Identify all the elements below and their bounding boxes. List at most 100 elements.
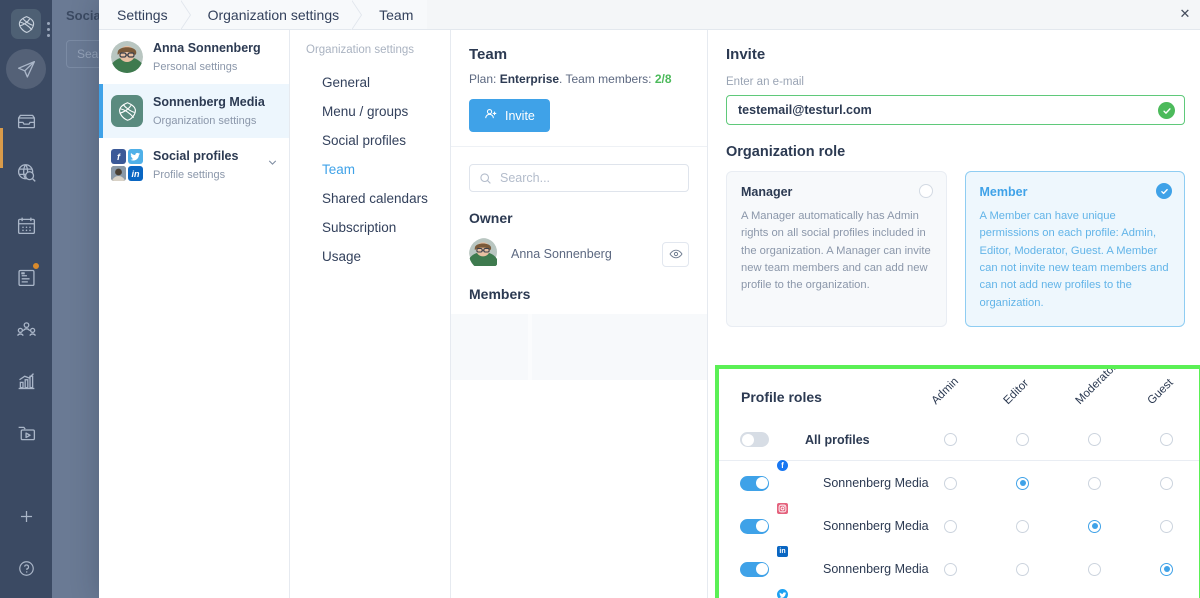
linkedin-icon: in bbox=[128, 166, 143, 181]
user-avatar bbox=[111, 41, 143, 73]
nav-section-title: Organization settings bbox=[306, 44, 450, 56]
chevron-down-icon[interactable] bbox=[266, 156, 279, 174]
background-search-placeholder: Sea bbox=[77, 47, 98, 61]
search-input[interactable] bbox=[500, 171, 688, 185]
rail-item-monitoring[interactable] bbox=[4, 151, 48, 195]
nav-item-team[interactable]: Team bbox=[306, 155, 450, 184]
radio-all-profiles-editor[interactable] bbox=[1016, 433, 1029, 446]
radio-linkedin-editor[interactable] bbox=[1016, 563, 1029, 576]
role-card-description: A Manager automatically has Admin rights… bbox=[741, 208, 932, 295]
rail-item-inbox[interactable] bbox=[4, 99, 48, 143]
nav-item-general[interactable]: General bbox=[306, 68, 450, 97]
eye-icon[interactable] bbox=[662, 242, 689, 267]
radio-instagram-guest[interactable] bbox=[1160, 520, 1173, 533]
invite-button-label: Invite bbox=[505, 109, 535, 123]
plan-status-text: Plan: Enterprise. Team members: 2/8 bbox=[469, 72, 689, 86]
row-label: Sonnenberg Media bbox=[823, 476, 929, 490]
breadcrumb-label: Team bbox=[379, 7, 413, 23]
organization-role-heading: Organization role bbox=[726, 144, 1185, 160]
left-nav-rail bbox=[0, 0, 52, 598]
members-count-badge: 2/8 bbox=[655, 72, 672, 86]
breadcrumb: Settings Organization settings Team ✕ bbox=[99, 0, 1200, 30]
org-logo-icon bbox=[111, 95, 143, 127]
radio-facebook-admin[interactable] bbox=[944, 477, 957, 490]
twitter-icon bbox=[128, 149, 143, 164]
role-card-manager[interactable]: Manager A Manager automatically has Admi… bbox=[726, 171, 947, 327]
nav-item-shared-calendars[interactable]: Shared calendars bbox=[306, 184, 450, 213]
role-card-member[interactable]: Member A Member can have unique permissi… bbox=[965, 171, 1186, 327]
organization-role-cards: Manager A Manager automatically has Admi… bbox=[726, 171, 1185, 327]
toggle-profile-facebook[interactable] bbox=[740, 476, 769, 491]
owner-row: Anna Sonnenberg bbox=[469, 238, 689, 270]
nav-item-social-profiles[interactable]: Social profiles bbox=[306, 126, 450, 155]
check-circle-icon[interactable] bbox=[1156, 183, 1172, 199]
profile-avatar-facebook: f bbox=[787, 470, 813, 496]
add-user-icon bbox=[484, 107, 498, 124]
rail-active-notch bbox=[0, 128, 3, 168]
account-subtitle: Profile settings bbox=[153, 169, 225, 181]
email-field-wrapper[interactable] bbox=[726, 95, 1185, 125]
facebook-icon: f bbox=[111, 149, 126, 164]
team-header-section: Team Plan: Enterprise. Team members: 2/8… bbox=[451, 30, 707, 147]
column-header-editor: Editor bbox=[1002, 377, 1032, 407]
toggle-profile-linkedin[interactable] bbox=[740, 562, 769, 577]
account-name: Sonnenberg Media bbox=[153, 95, 265, 109]
radio-linkedin-moderator[interactable] bbox=[1088, 563, 1101, 576]
plan-name: Enterprise bbox=[500, 72, 559, 86]
role-card-description: A Member can have unique permissions on … bbox=[980, 208, 1171, 312]
nav-item-usage[interactable]: Usage bbox=[306, 242, 450, 271]
twitter-icon bbox=[776, 588, 789, 598]
radio-facebook-guest[interactable] bbox=[1160, 477, 1173, 490]
organization-settings-nav: Organization settings General Menu / gro… bbox=[290, 30, 451, 598]
radio-instagram-editor[interactable] bbox=[1016, 520, 1029, 533]
owner-heading: Owner bbox=[469, 210, 689, 226]
radio-all-profiles-guest[interactable] bbox=[1160, 433, 1173, 446]
email-field[interactable] bbox=[738, 103, 1148, 117]
plan-prefix: Plan: bbox=[469, 72, 500, 86]
breadcrumb-item-team[interactable]: Team bbox=[353, 0, 427, 29]
radio-all-profiles-moderator[interactable] bbox=[1088, 433, 1101, 446]
radio-all-profiles-admin[interactable] bbox=[944, 433, 957, 446]
account-item-organization[interactable]: Sonnenberg Media Organization settings bbox=[99, 84, 289, 138]
rail-item-calendar[interactable] bbox=[4, 203, 48, 247]
app-menu-dots-icon[interactable] bbox=[47, 22, 50, 37]
nav-item-subscription[interactable]: Subscription bbox=[306, 213, 450, 242]
toggle-profile-instagram[interactable] bbox=[740, 519, 769, 534]
breadcrumb-item-settings[interactable]: Settings bbox=[99, 0, 182, 29]
role-card-title: Manager bbox=[741, 185, 932, 199]
rail-item-tasks[interactable] bbox=[4, 255, 48, 299]
radio-facebook-moderator[interactable] bbox=[1088, 477, 1101, 490]
account-subtitle: Organization settings bbox=[153, 115, 256, 127]
radio-linkedin-admin[interactable] bbox=[944, 563, 957, 576]
check-circle-icon bbox=[1158, 102, 1175, 119]
row-label: Sonnenberg Media bbox=[823, 519, 929, 533]
radio-linkedin-guest[interactable] bbox=[1160, 563, 1173, 576]
close-icon[interactable]: ✕ bbox=[1174, 2, 1196, 24]
radio-instagram-moderator[interactable] bbox=[1088, 520, 1101, 533]
app-logo-icon[interactable] bbox=[11, 9, 41, 39]
breadcrumb-item-organization-settings[interactable]: Organization settings bbox=[182, 0, 354, 29]
toggle-all-profiles[interactable] bbox=[740, 432, 769, 447]
members-prefix: . Team members: bbox=[559, 72, 655, 86]
rail-item-audience[interactable] bbox=[4, 307, 48, 351]
rail-item-add[interactable] bbox=[4, 494, 48, 538]
account-item-personal[interactable]: Anna Sonnenberg Personal settings bbox=[99, 30, 289, 84]
page-title: Team bbox=[469, 46, 689, 63]
account-item-social-profiles[interactable]: f in Social profiles Profile settings bbox=[99, 138, 289, 192]
nav-item-menu-groups[interactable]: Menu / groups bbox=[306, 97, 450, 126]
rail-item-analytics[interactable] bbox=[4, 359, 48, 403]
profile-roles-heading: Profile roles bbox=[741, 389, 822, 405]
app-root: Social Sea Settings Organization setting… bbox=[0, 0, 1200, 598]
radio-facebook-editor[interactable] bbox=[1016, 477, 1029, 490]
profile-avatar-linkedin: in bbox=[787, 556, 813, 582]
rail-item-help[interactable] bbox=[4, 546, 48, 590]
instagram-icon bbox=[776, 502, 789, 515]
search-box[interactable] bbox=[469, 164, 689, 192]
invite-button[interactable]: Invite bbox=[469, 99, 550, 132]
rail-item-media[interactable] bbox=[4, 411, 48, 455]
radio-instagram-admin[interactable] bbox=[944, 520, 957, 533]
rail-item-publish[interactable] bbox=[4, 47, 48, 91]
radio-unselected-icon[interactable] bbox=[919, 184, 933, 198]
owner-name: Anna Sonnenberg bbox=[511, 247, 612, 261]
modal-body: Anna Sonnenberg Personal settings Sonnen… bbox=[99, 30, 1200, 598]
